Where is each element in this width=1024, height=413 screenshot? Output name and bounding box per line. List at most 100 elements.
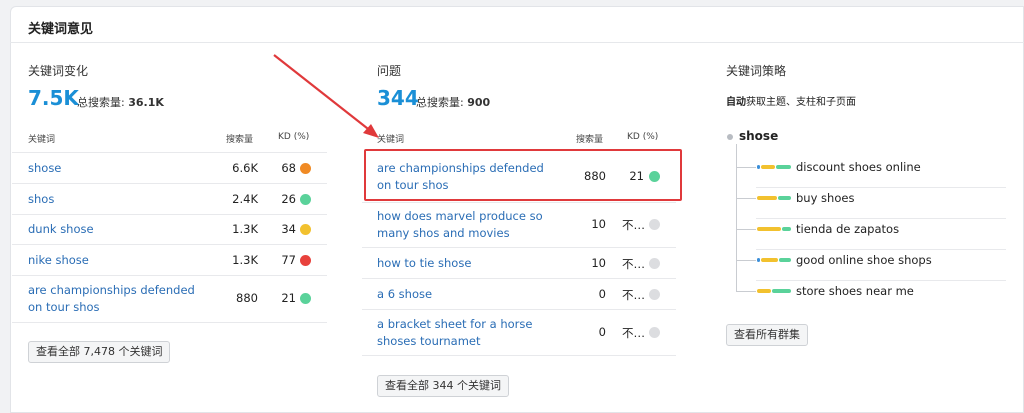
cluster-label[interactable]: good online shoe shops bbox=[796, 253, 932, 267]
intent-bar bbox=[761, 258, 778, 262]
intent-bar bbox=[778, 196, 791, 200]
questions-total-value: 900 bbox=[467, 96, 491, 109]
intent-bar bbox=[782, 227, 791, 231]
view-all-clusters-button[interactable]: 查看所有群集 bbox=[726, 324, 808, 346]
variations-total: 总搜索量: 36.1K bbox=[77, 94, 164, 110]
cluster-label[interactable]: buy shoes bbox=[796, 191, 854, 205]
kd-dot bbox=[649, 258, 660, 269]
row-separator bbox=[12, 322, 327, 323]
intent-bar bbox=[761, 165, 775, 169]
question-link[interactable]: a 6 shose bbox=[377, 286, 432, 303]
tree-branch bbox=[736, 198, 756, 199]
questions-total: 总搜索量: 900 bbox=[416, 94, 490, 110]
volume-value: 880 bbox=[236, 291, 258, 305]
strategy-root[interactable]: shose bbox=[739, 129, 778, 143]
kd-dot bbox=[649, 219, 660, 230]
intent-bar bbox=[757, 227, 781, 231]
kd-value: 34 bbox=[281, 222, 296, 236]
view-all-keywords-button[interactable]: 查看全部 7,478 个关键词 bbox=[28, 341, 171, 363]
intent-bar bbox=[757, 258, 760, 262]
question-link[interactable]: how does marvel produce so many shos and… bbox=[377, 208, 552, 242]
volume-value: 2.4K bbox=[232, 192, 258, 206]
cluster-label[interactable]: store shoes near me bbox=[796, 284, 914, 298]
kd-value: 68 bbox=[281, 161, 296, 175]
tree-branch bbox=[736, 260, 756, 261]
kd-dot bbox=[300, 224, 311, 235]
volume-value: 1.3K bbox=[232, 253, 258, 267]
row-separator bbox=[362, 355, 676, 356]
questions-total-label: 总搜索量: bbox=[416, 96, 464, 109]
cluster-label[interactable]: tienda de zapatos bbox=[796, 222, 899, 236]
volume-value: 1.3K bbox=[232, 222, 258, 236]
volume-value: 10 bbox=[591, 256, 606, 270]
kd-value: 不… bbox=[622, 326, 645, 340]
kd-value: 不… bbox=[622, 288, 645, 302]
col-header-keyword: 关键词 bbox=[28, 135, 56, 145]
row-separator bbox=[756, 280, 1006, 281]
kd-dot bbox=[649, 289, 660, 300]
row-separator bbox=[362, 278, 676, 279]
question-link[interactable]: a bracket sheet for a horse shoses tourn… bbox=[377, 316, 552, 350]
volume-value: 0 bbox=[598, 325, 606, 339]
strategy-subtitle: 自动获取主题、支柱和子页面 bbox=[726, 93, 856, 108]
question-link[interactable]: how to tie shose bbox=[377, 255, 471, 272]
kd-dot bbox=[300, 163, 311, 174]
volume-value: 0 bbox=[598, 287, 606, 301]
keyword-link[interactable]: nike shose bbox=[28, 252, 89, 269]
variations-count: 7.5K bbox=[28, 86, 79, 110]
kd-value: 不… bbox=[622, 257, 645, 271]
cluster-label[interactable]: discount shoes online bbox=[796, 160, 921, 174]
kd-dot bbox=[300, 194, 311, 205]
kd-dot bbox=[649, 327, 660, 338]
volume-value: 6.6K bbox=[232, 161, 258, 175]
tree-branch bbox=[736, 291, 756, 292]
intent-bar bbox=[757, 196, 777, 200]
root-node-icon bbox=[727, 134, 733, 140]
intent-bar bbox=[757, 289, 771, 293]
kd-value: 26 bbox=[281, 192, 296, 206]
tree-branch bbox=[736, 229, 756, 230]
strategy-subtitle-rest: 获取主题、支柱和子页面 bbox=[746, 97, 856, 108]
kd-value: 21 bbox=[281, 291, 296, 305]
questions-count: 344 bbox=[377, 86, 419, 110]
divider bbox=[10, 42, 1024, 43]
intent-bar bbox=[776, 165, 791, 169]
keyword-link[interactable]: shose bbox=[28, 160, 61, 177]
strategy-subtitle-bold: 自动 bbox=[726, 97, 746, 108]
tree-branch bbox=[736, 167, 756, 168]
kd-dot bbox=[300, 293, 311, 304]
view-all-questions-button[interactable]: 查看全部 344 个关键词 bbox=[377, 375, 509, 397]
row-separator bbox=[362, 309, 676, 310]
keyword-link[interactable]: dunk shose bbox=[28, 221, 94, 238]
keyword-link[interactable]: are championships defended on tour shos bbox=[28, 282, 203, 316]
col-header-kd: KD (%) bbox=[627, 132, 659, 142]
row-separator bbox=[362, 247, 676, 248]
variations-total-label: 总搜索量: bbox=[77, 96, 125, 109]
row-separator bbox=[12, 214, 327, 215]
questions-title: 问题 bbox=[377, 64, 402, 78]
row-separator bbox=[756, 249, 1006, 250]
intent-bar bbox=[757, 165, 760, 169]
col-header-volume: 搜索量 bbox=[226, 135, 254, 145]
row-separator bbox=[12, 275, 327, 276]
kd-dot bbox=[300, 255, 311, 266]
col-header-keyword: 关键词 bbox=[377, 135, 405, 145]
variations-title: 关键词变化 bbox=[28, 64, 89, 78]
variations-total-value: 36.1K bbox=[128, 96, 164, 109]
card-title: 关键词意见 bbox=[28, 22, 94, 37]
row-separator bbox=[12, 244, 327, 245]
row-separator bbox=[12, 183, 327, 184]
row-separator bbox=[12, 152, 327, 153]
col-header-volume: 搜索量 bbox=[576, 135, 604, 145]
row-separator bbox=[756, 187, 1006, 188]
volume-value: 10 bbox=[591, 217, 606, 231]
row-separator bbox=[756, 218, 1006, 219]
keyword-link[interactable]: shos bbox=[28, 191, 54, 208]
kd-value: 77 bbox=[281, 253, 296, 267]
strategy-title: 关键词策略 bbox=[726, 64, 787, 78]
intent-bar bbox=[779, 258, 791, 262]
kd-value: 不… bbox=[622, 218, 645, 232]
intent-bar bbox=[772, 289, 791, 293]
highlight-box bbox=[364, 149, 682, 201]
col-header-kd: KD (%) bbox=[278, 132, 310, 142]
